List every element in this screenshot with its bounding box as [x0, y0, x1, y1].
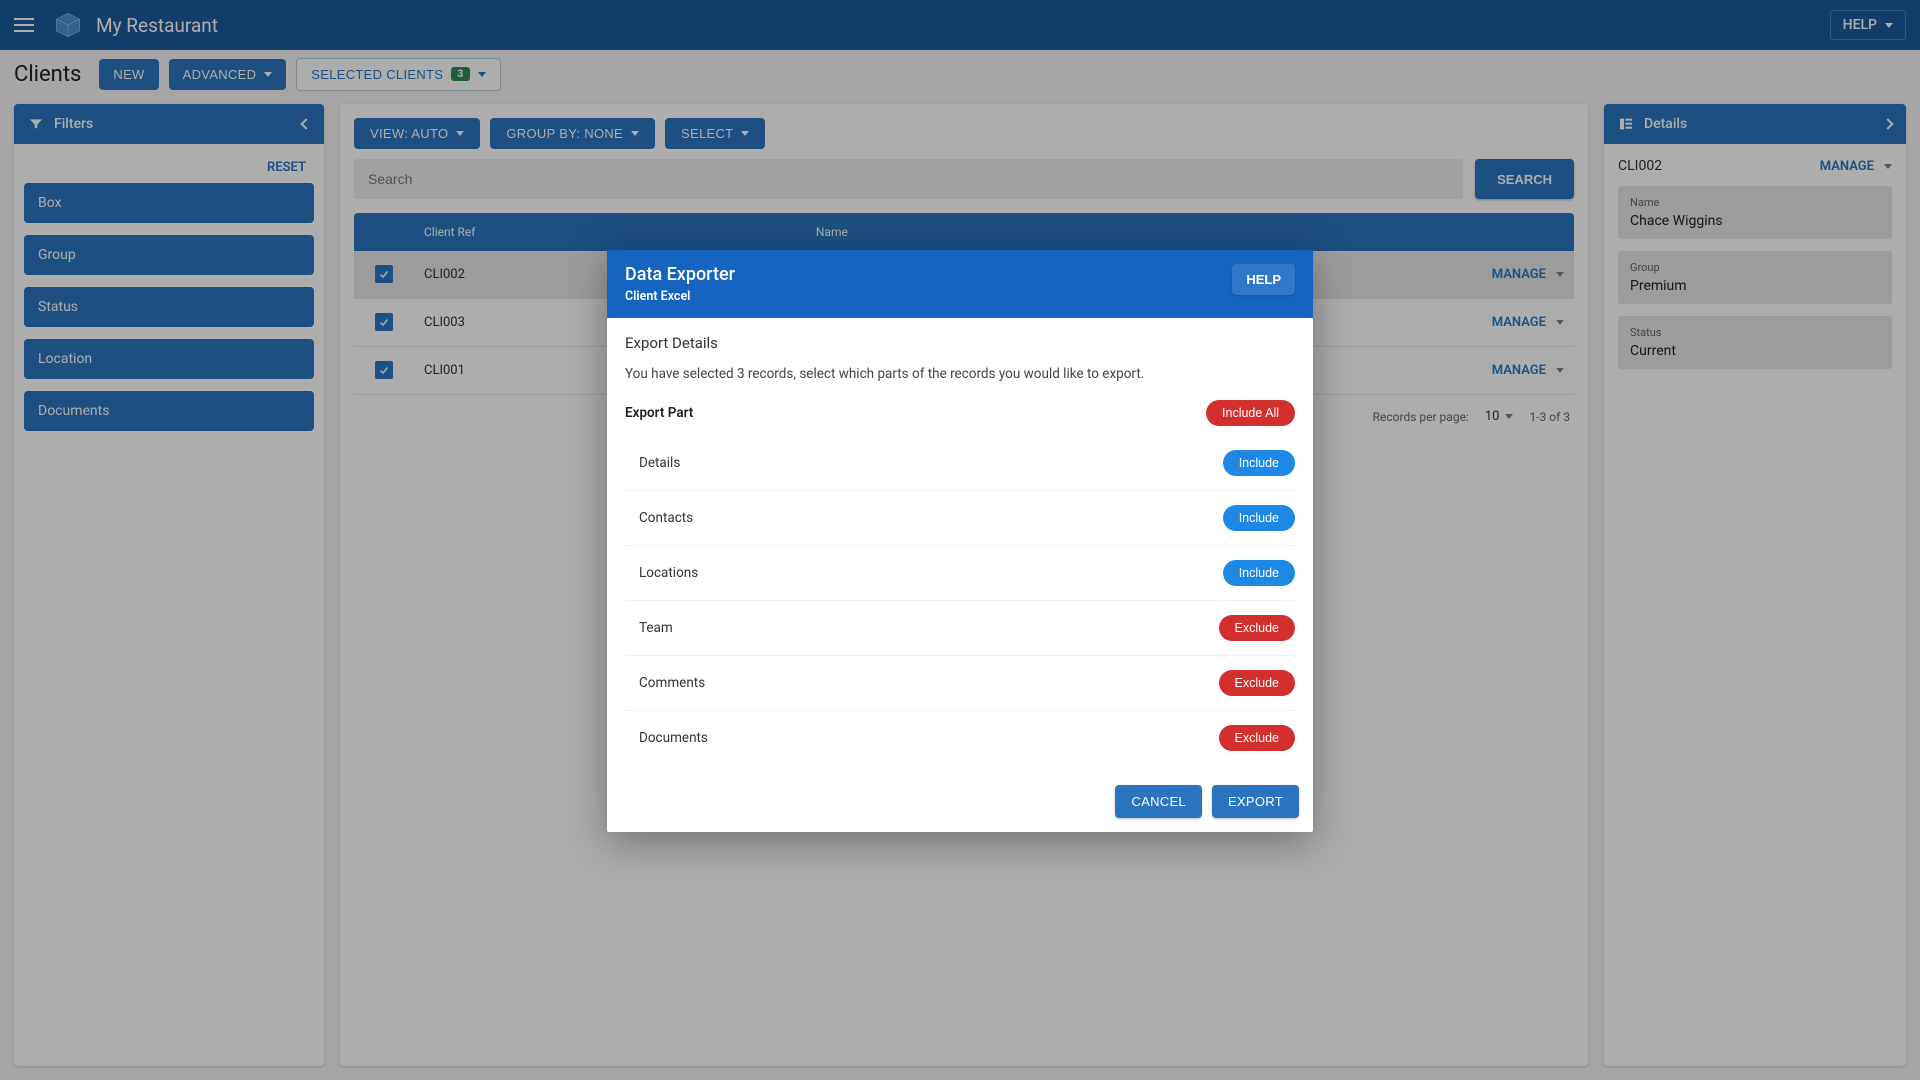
- export-part-toggle[interactable]: Exclude: [1219, 725, 1295, 751]
- export-part-row: Comments Exclude: [625, 656, 1295, 711]
- modal-help-button[interactable]: HELP: [1232, 264, 1295, 295]
- export-description: You have selected 3 records, select whic…: [625, 366, 1295, 382]
- export-part-label: Documents: [639, 730, 708, 746]
- export-part-toggle[interactable]: Include: [1223, 450, 1295, 476]
- export-part-label: Locations: [639, 565, 698, 581]
- export-part-label: Team: [639, 620, 673, 636]
- export-part-toggle[interactable]: Exclude: [1219, 670, 1295, 696]
- export-part-label: Comments: [639, 675, 705, 691]
- export-part-label: Details: [639, 455, 680, 471]
- export-part-row: Documents Exclude: [625, 711, 1295, 765]
- export-part-label: Contacts: [639, 510, 693, 526]
- export-part-toggle[interactable]: Exclude: [1219, 615, 1295, 641]
- modal-header: Data Exporter Client Excel HELP: [607, 250, 1313, 318]
- export-part-row: Details Include: [625, 436, 1295, 491]
- export-part-row: Contacts Include: [625, 491, 1295, 546]
- include-all-toggle[interactable]: Include All: [1206, 400, 1295, 426]
- export-part-row: Team Exclude: [625, 601, 1295, 656]
- export-part-row: Locations Include: [625, 546, 1295, 601]
- cancel-button[interactable]: CANCEL: [1115, 785, 1202, 818]
- export-part-toggle[interactable]: Include: [1223, 560, 1295, 586]
- modal-subtitle: Client Excel: [625, 289, 1232, 304]
- export-details-heading: Export Details: [625, 334, 1295, 352]
- export-part-toggle[interactable]: Include: [1223, 505, 1295, 531]
- modal-scrim[interactable]: Data Exporter Client Excel HELP Export D…: [0, 0, 1920, 1080]
- export-button[interactable]: EXPORT: [1212, 785, 1299, 818]
- data-exporter-modal: Data Exporter Client Excel HELP Export D…: [607, 250, 1313, 832]
- export-part-heading: Export Part: [625, 405, 693, 421]
- modal-title: Data Exporter: [625, 264, 1232, 285]
